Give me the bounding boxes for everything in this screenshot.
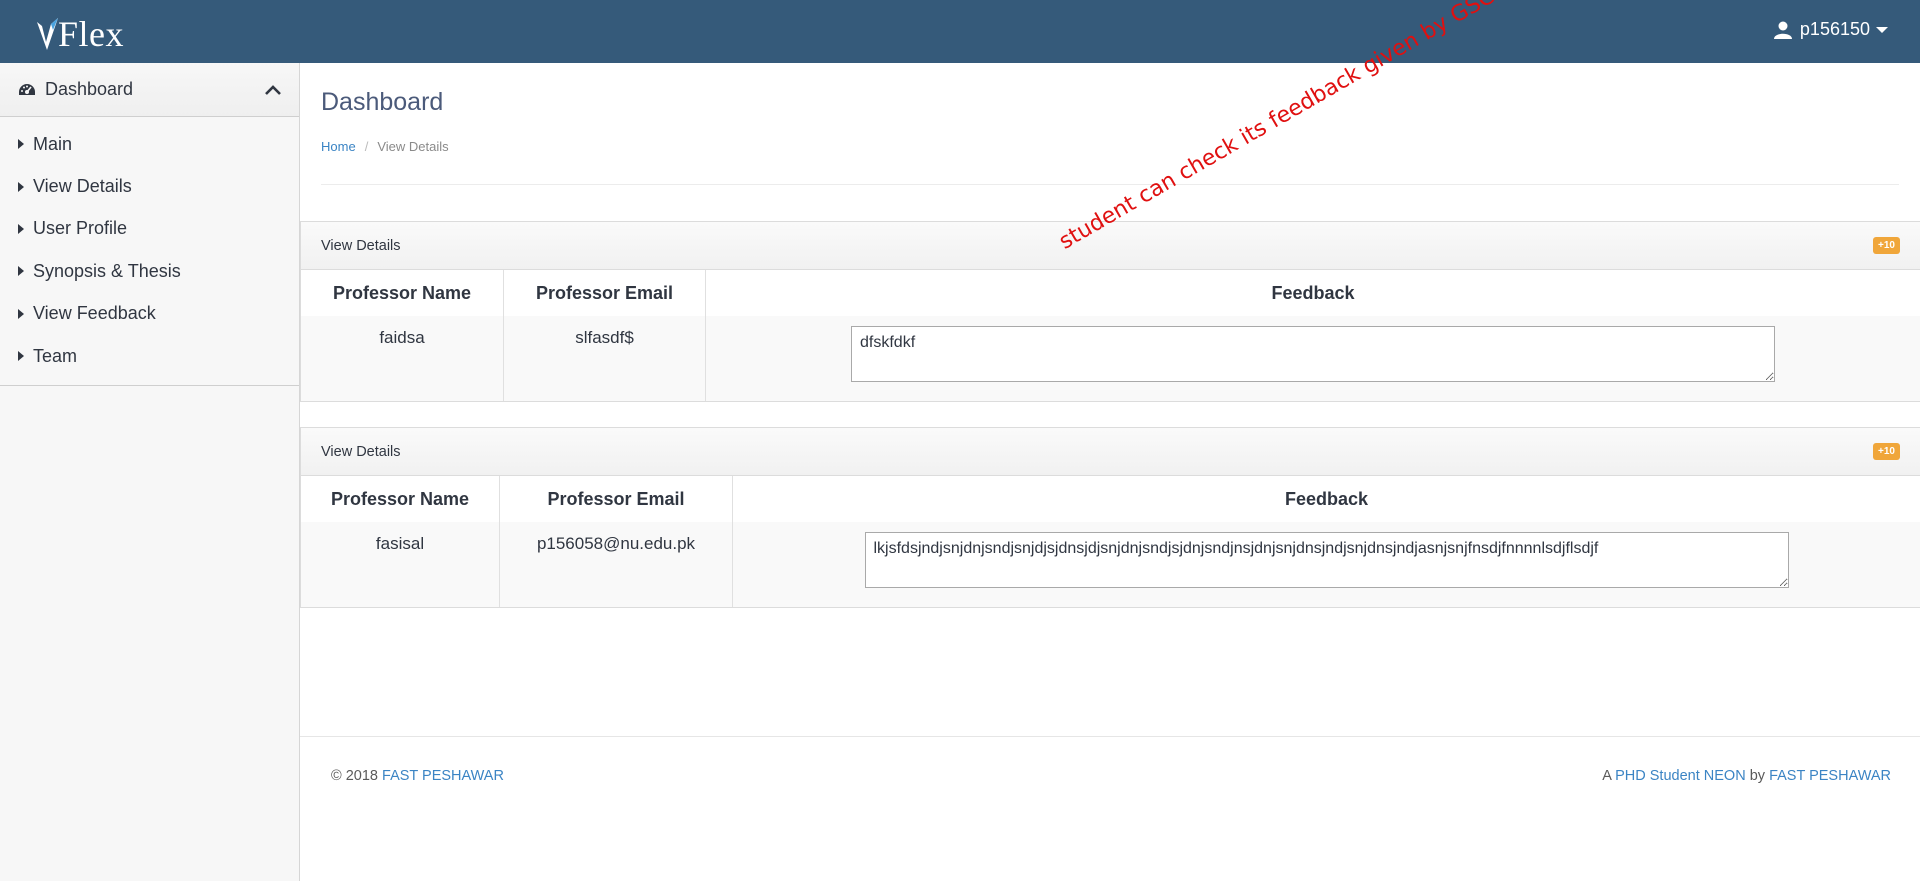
points-badge: +10 xyxy=(1873,237,1900,254)
view-details-panel: View Details +10 Professor Name Professo… xyxy=(300,221,1920,402)
sidebar-item-main[interactable]: Main xyxy=(0,123,299,165)
logo-text: Flex xyxy=(58,14,125,54)
sidebar-item-view-feedback[interactable]: View Feedback xyxy=(0,293,299,335)
user-icon xyxy=(1773,21,1792,39)
caret-down-icon xyxy=(1876,26,1888,34)
table-row: fasisal p156058@nu.edu.pk lkjsfdsjndjsnj… xyxy=(301,522,1920,607)
caret-right-icon xyxy=(18,351,24,362)
column-header-professor-name: Professor Name xyxy=(301,270,504,316)
professor-email-cell: slfasdf$ xyxy=(503,316,706,401)
credits-by: by xyxy=(1749,768,1766,784)
caret-right-icon xyxy=(18,266,24,277)
header-divider xyxy=(321,184,1899,185)
sidebar-item-team[interactable]: Team xyxy=(0,335,299,377)
main-content: Dashboard Home / View Details View Detai… xyxy=(300,0,1920,881)
column-header-professor-name: Professor Name xyxy=(301,476,500,522)
copyright-text: © 2018 xyxy=(331,768,378,784)
column-header-feedback: Feedback xyxy=(1284,488,1369,509)
table-header-row: Professor Name Professor Email Feedback xyxy=(301,476,1920,522)
dashboard-icon xyxy=(18,82,36,98)
footer-copyright: © 2018 FAST PESHAWAR xyxy=(331,768,504,784)
sidebar-item-label: View Details xyxy=(33,176,132,197)
sidebar-item-synopsis-thesis[interactable]: Synopsis & Thesis xyxy=(0,250,299,292)
breadcrumb-home-link[interactable]: Home xyxy=(321,139,356,154)
panel-title: View Details xyxy=(321,443,401,460)
caret-right-icon xyxy=(18,181,24,192)
feedback-textarea[interactable]: lkjsfdsjndjsnjdnjsndjsnjdjsjdnsjdjsnjdnj… xyxy=(864,532,1789,588)
sidebar-item-label: User Profile xyxy=(33,218,128,239)
caret-right-icon xyxy=(18,308,24,319)
view-details-panel: View Details +10 Professor Name Professo… xyxy=(300,427,1920,608)
sidebar-item-view-details[interactable]: View Details xyxy=(0,165,299,207)
sidebar: Dashboard Main View Details User Profile… xyxy=(0,63,300,881)
user-menu-dropdown[interactable]: p156150 xyxy=(1773,19,1888,40)
breadcrumb-separator: / xyxy=(364,139,369,154)
panel-heading: View Details +10 xyxy=(301,428,1920,476)
credits-prefix: A xyxy=(1602,768,1612,784)
feedback-cell: lkjsfdsjndjsnjdnjsndjsnjdjsjdnsjdjsnjdnj… xyxy=(732,522,1920,607)
footer-divider xyxy=(300,736,1920,737)
professor-name-cell: faidsa xyxy=(301,316,504,401)
professor-email-cell: p156058@nu.edu.pk xyxy=(499,522,733,607)
breadcrumb-current: View Details xyxy=(377,139,449,154)
sidebar-item-label: Synopsis & Thesis xyxy=(33,260,181,281)
feedback-table: Professor Name Professor Email Feedback … xyxy=(301,476,1920,607)
chevron-up-icon[interactable] xyxy=(265,84,281,95)
footer-org-link-2[interactable]: FAST PESHAWAR xyxy=(1769,768,1891,784)
feedback-table: Professor Name Professor Email Feedback … xyxy=(301,270,1920,401)
footer-org-link[interactable]: FAST PESHAWAR xyxy=(382,768,504,784)
footer-product-link[interactable]: PHD Student NEON xyxy=(1615,768,1746,784)
professor-name-cell: fasisal xyxy=(301,522,500,607)
sidebar-item-user-profile[interactable]: User Profile xyxy=(0,208,299,250)
column-header-professor-email: Professor Email xyxy=(499,476,733,522)
table-row: faidsa slfasdf$ dfskfdkf xyxy=(301,316,1920,401)
caret-right-icon xyxy=(18,139,24,150)
top-navbar: Flex p156150 xyxy=(0,0,1920,63)
page-title: Dashboard xyxy=(321,88,444,116)
username-label: p156150 xyxy=(1799,19,1870,39)
caret-right-icon xyxy=(18,223,24,234)
sidebar-item-label: Team xyxy=(33,345,78,366)
panel-title: View Details xyxy=(321,237,401,254)
flex-checkmark-icon xyxy=(37,18,58,50)
breadcrumb: Home / View Details xyxy=(321,139,449,154)
feedback-cell: dfskfdkf xyxy=(705,316,1920,401)
sidebar-section-label: Dashboard xyxy=(45,79,134,99)
flex-logo[interactable]: Flex xyxy=(34,14,124,54)
table-header-row: Professor Name Professor Email Feedback xyxy=(301,270,1920,316)
feedback-textarea[interactable]: dfskfdkf xyxy=(851,326,1775,382)
points-badge: +10 xyxy=(1873,443,1900,460)
column-header-professor-email: Professor Email xyxy=(503,270,706,316)
sidebar-section-dashboard[interactable]: Dashboard xyxy=(0,63,299,117)
sidebar-menu: Main View Details User Profile Synopsis … xyxy=(0,117,299,387)
footer-credits: A PHD Student NEON by FAST PESHAWAR xyxy=(1602,768,1891,784)
sidebar-item-label: Main xyxy=(33,133,73,154)
column-header-feedback: Feedback xyxy=(1271,282,1355,303)
sidebar-item-label: View Feedback xyxy=(33,303,156,324)
